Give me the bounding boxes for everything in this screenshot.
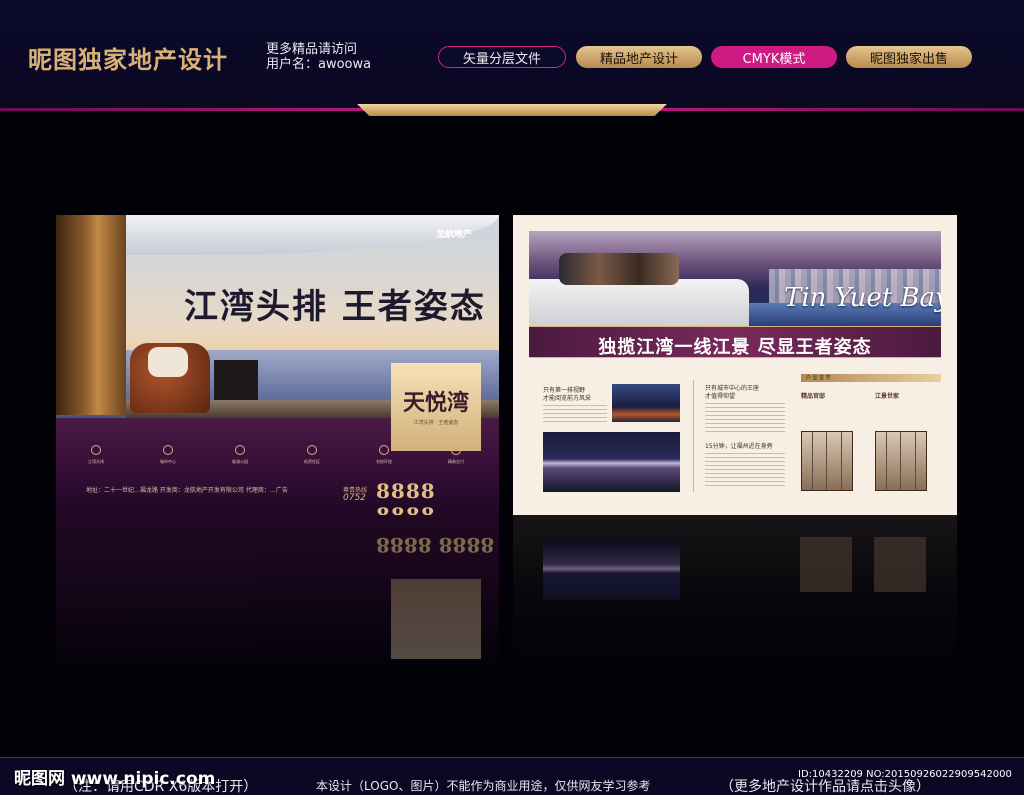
flyer-inside[interactable]: Tin Yuet Bay 独揽江湾一线江景 尽显王者姿态 只有第一排视野 才能阅… [513, 215, 957, 515]
floorplan-1 [801, 431, 853, 491]
reflected-logo-box [391, 579, 481, 659]
col2-title: 只有城市中心的王座 [705, 385, 760, 392]
hotline-number: 8888 8888 [376, 479, 436, 515]
project-logo-box: 天悦湾 江湾头排 · 王者姿态 [391, 363, 481, 451]
col2-paragraph [705, 403, 785, 435]
col2-paragraph-2 [705, 453, 785, 489]
address-line: 地址：二十一世纪…福龙路 开发商：龙航地产开发有限公司 代理商：…广告 [86, 487, 288, 494]
brand-title: 昵图独家地产设计 [28, 45, 228, 74]
project-subtitle: 江湾头排 · 王者姿态 [413, 420, 459, 426]
col1-title: 只有第一排视野 [543, 387, 586, 394]
header-gold-tab [357, 104, 667, 116]
col2-subtitle: 才值得仰望 [705, 393, 736, 400]
side-table-image [214, 360, 258, 400]
area-code: 0752 [343, 493, 366, 503]
floorplan-header: 户 型 鉴 赏 [806, 375, 831, 381]
pillows-image [559, 253, 679, 285]
feature-icons-row: 江湾头排 城市中心 临湖公园 低密住区 名校环绕 精装交付 [76, 445, 476, 475]
developer-logo: 龙航地产 [436, 230, 473, 240]
flyer-slogan: 独揽江湾一线江景 尽显王者姿态 [598, 337, 872, 358]
watermark-id: ID:10432209 NO:20150926022909542000 [798, 769, 1012, 780]
tag-cmyk[interactable]: CMYK模式 [711, 46, 837, 68]
header-bar: 昵图独家地产设计 更多精品请访问 用户名：awoowa 矢量分层文件 精品地产设… [0, 0, 1024, 116]
reflected-plan-1 [800, 537, 852, 592]
billboard-slogan: 江湾头排 王者姿态 [184, 287, 486, 327]
feature-item: 名校环绕 [364, 445, 404, 475]
city-night-photo [543, 432, 680, 492]
feature-item: 城市中心 [148, 445, 188, 475]
feature-icon [379, 445, 389, 455]
feature-icon [91, 445, 101, 455]
visit-info: 更多精品请访问 用户名：awoowa [266, 42, 371, 72]
project-name: 天悦湾 [402, 390, 469, 416]
plan-1-label: 精品官邸 [801, 393, 826, 400]
curtain-image [56, 215, 126, 415]
flyer-reflection [513, 515, 957, 665]
col1-subtitle: 才能阅览前方风采 [543, 395, 592, 402]
column-divider [693, 380, 694, 492]
reflected-photo [543, 540, 680, 600]
col2-heading: 15分钟，让福州近在身旁 [705, 443, 773, 450]
living-room-photo: Tin Yuet Bay [529, 231, 941, 326]
reflected-hotline: 8888 8888 [376, 533, 495, 557]
visit-line: 更多精品请访问 [266, 42, 358, 57]
feature-item: 临湖公园 [220, 445, 260, 475]
english-project-name: Tin Yuet Bay [784, 283, 941, 313]
feature-item: 江湾头排 [76, 445, 116, 475]
cushion-image [148, 347, 188, 377]
footer-disclaimer: 本设计（LOGO、图片）不能作为商业用途，仅供网友学习参考 [316, 779, 651, 793]
feature-icon [235, 445, 245, 455]
billboard-reflection: 8888 8888 [56, 515, 499, 665]
username-line: 用户名：awoowa [266, 57, 372, 72]
feature-icon [451, 445, 461, 455]
feature-item: 精装交付 [436, 445, 476, 475]
feature-item: 低密住区 [292, 445, 332, 475]
tag-premium-design[interactable]: 精品地产设计 [576, 46, 702, 68]
col1-paragraph [543, 405, 607, 425]
feature-icon [307, 445, 317, 455]
feature-icon [163, 445, 173, 455]
tag-vector-layers[interactable]: 矢量分层文件 [438, 46, 566, 68]
bridge-night-photo [612, 384, 680, 422]
watermark-site: 昵图网 www.nipic.com [14, 769, 216, 789]
floorplan-2 [875, 431, 927, 491]
billboard-front[interactable]: 江湾头排 王者姿态 龙航地产 天悦湾 江湾头排 · 王者姿态 江湾头排 城市中心… [56, 215, 499, 515]
slogan-banner: 独揽江湾一线江景 尽显王者姿态 [529, 326, 941, 358]
tag-exclusive[interactable]: 昵图独家出售 [846, 46, 972, 68]
sofa-image [529, 279, 749, 326]
plan-2-label: 江景世家 [875, 393, 900, 400]
reflected-plan-2 [874, 537, 926, 592]
